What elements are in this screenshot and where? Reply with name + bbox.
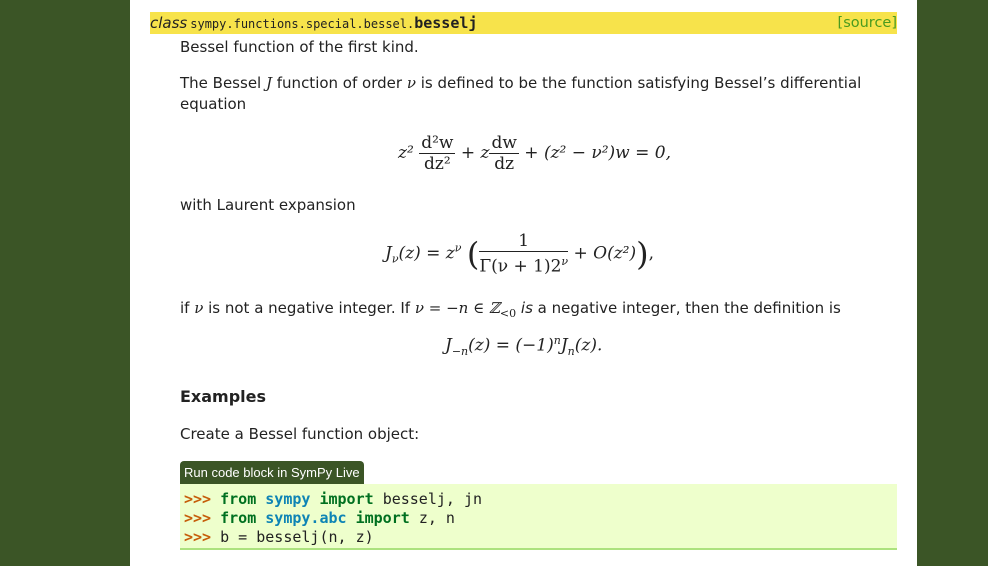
code-text: z, n — [418, 509, 455, 527]
eq-superscript: ν — [561, 255, 569, 268]
condition-paragraph: if ν is not a negative integer. If ν = −… — [180, 298, 841, 324]
cond-text: if — [180, 299, 195, 317]
keyword: import — [319, 490, 374, 508]
eq-term: J — [560, 335, 568, 356]
intro-text: function of order — [272, 74, 407, 92]
eq-subscript: n — [567, 345, 575, 359]
fraction: 1 Γ(ν + 1)2ν — [479, 231, 569, 277]
prompt: >>> — [184, 509, 212, 527]
right-paren: ) — [636, 234, 649, 273]
eq-term: z² — [398, 143, 414, 163]
eq-term: (z) = z — [398, 243, 455, 264]
cond-text: is — [516, 299, 533, 317]
bessel-differential-equation: z² d²w dz² + z dw dz + (z² − ν²)w = 0, — [398, 133, 671, 174]
eq-subscript: −n — [451, 345, 469, 359]
code-text: b = besselj(n, z) — [220, 528, 374, 546]
eq-term: J — [445, 335, 452, 356]
intro-paragraph: The Bessel J function of order ν is defi… — [180, 73, 880, 115]
module-name: sympy — [265, 490, 311, 508]
eq-subscript: <0 — [499, 307, 517, 320]
doc-page: class sympy.functions.special.bessel.bess… — [130, 0, 917, 566]
code-text: besselj, jn — [382, 490, 483, 508]
intro-text: equation — [180, 95, 247, 113]
code-block[interactable]: >>> from sympy import besselj, jn >>> fr… — [180, 484, 897, 550]
examples-intro: Create a Bessel function object: — [180, 425, 420, 443]
fraction-denominator: dz — [494, 154, 515, 174]
negative-order-equation: J−n(z) = (−1)nJn(z). — [445, 334, 602, 358]
fraction: d²w dz² — [419, 133, 456, 174]
code-line: >>> from sympy import besselj, jn — [180, 490, 897, 509]
fraction-denominator: Γ(ν + 1)2 — [479, 256, 562, 277]
eq-term: (z). — [574, 335, 603, 356]
math-nu: ν — [406, 74, 416, 92]
eq-term: , — [648, 243, 655, 264]
intro-text: is defined to be the function satisfying… — [415, 74, 862, 92]
fraction-numerator: 1 — [479, 231, 569, 252]
cond-text: a negative integer, then the definition … — [532, 299, 841, 317]
eq-superscript: n — [553, 334, 561, 347]
prompt: >>> — [184, 528, 212, 546]
examples-heading: Examples — [180, 387, 267, 406]
left-paren: ( — [466, 234, 480, 273]
eq-term: + O(z²) — [573, 243, 637, 264]
eq-subscript: ν — [391, 252, 399, 266]
keyword: from — [220, 490, 257, 508]
code-line: >>> b = besselj(n, z) — [180, 528, 897, 547]
source-link[interactable]: [source] — [838, 12, 897, 34]
fraction-numerator: d²w — [419, 133, 456, 154]
class-name: besselj — [414, 14, 478, 32]
class-signature: class sympy.functions.special.bessel.bess… — [150, 12, 897, 34]
module-name: sympy.abc — [265, 509, 347, 527]
summary-text: Bessel function of the first kind. — [180, 38, 419, 56]
module-path: sympy.functions.special.bessel. — [190, 17, 415, 31]
fraction-numerator: dw — [489, 133, 519, 154]
cond-text: is not a negative integer. If — [203, 299, 415, 317]
prompt: >>> — [184, 490, 212, 508]
intro-text: The Bessel — [180, 74, 266, 92]
eq-term: + (z² − ν²)w = 0, — [524, 143, 672, 163]
math-expr: ν = −n ∈ ℤ — [414, 299, 500, 317]
laurent-text: with Laurent expansion — [180, 196, 356, 214]
eq-term: + z — [460, 143, 490, 163]
fraction: dw dz — [489, 133, 519, 174]
laurent-expansion-equation: Jν(z) = zν (1 Γ(ν + 1)2ν + O(z²)), — [385, 231, 654, 277]
run-sympy-live-button[interactable]: Run code block in SymPy Live — [180, 461, 364, 484]
code-line: >>> from sympy.abc import z, n — [180, 509, 897, 528]
math-nu: ν — [194, 299, 204, 317]
keyword: import — [355, 509, 410, 527]
keyword: from — [220, 509, 257, 527]
eq-term: J — [385, 243, 392, 264]
eq-superscript: ν — [454, 241, 462, 255]
eq-term: (z) = (−1) — [468, 335, 554, 356]
class-keyword: class — [150, 14, 188, 32]
fraction-denominator: dz² — [423, 154, 451, 174]
